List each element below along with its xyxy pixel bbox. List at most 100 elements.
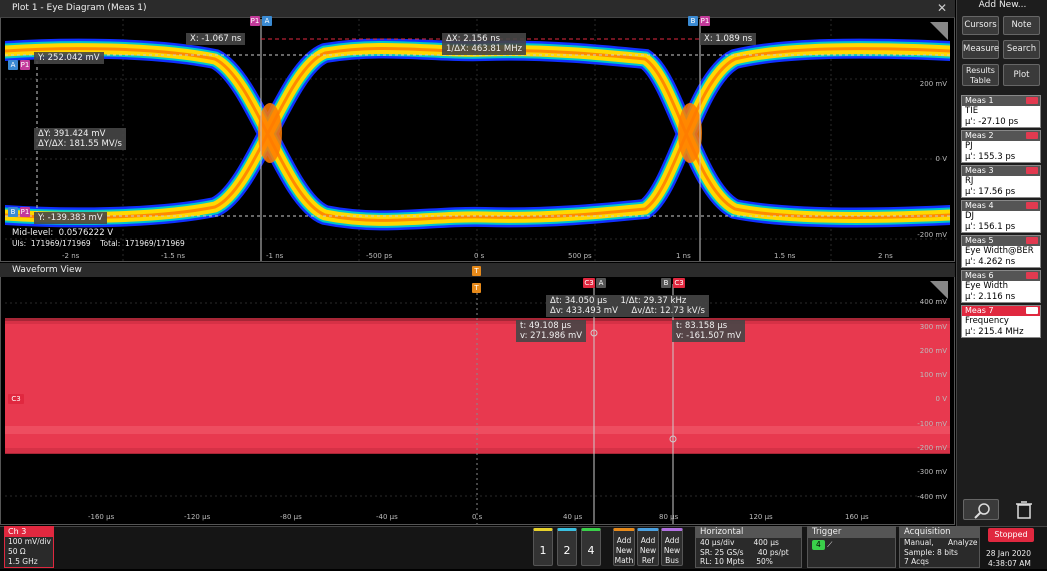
meas-4-value: µ': 156.1 ps	[965, 222, 1016, 232]
ch3-bandwidth: 1.5 GHz	[8, 557, 38, 566]
close-icon[interactable]: ✕	[937, 1, 947, 15]
cursor-x1-readout: X: -1.067 ns	[186, 33, 246, 45]
wave-x-tick: -120 µs	[184, 513, 211, 521]
meas-3-name: RJ	[965, 176, 974, 186]
eye-x-tick: 1.5 ns	[774, 252, 796, 260]
acquisition-count: 7 Acqs	[904, 557, 929, 566]
waveform-title: Waveform View	[12, 265, 82, 275]
time-label: 4:38:07 AM	[988, 559, 1031, 568]
b-cursor-marker-wave[interactable]: B	[661, 278, 671, 288]
a-level-marker[interactable]: A	[8, 60, 18, 70]
measure-button[interactable]: Measure	[962, 40, 999, 59]
meas-3-value: µ': 17.56 ps	[965, 187, 1016, 197]
ch3-impedance: 50 Ω	[8, 547, 26, 556]
eye-x-tick: 1 ns	[676, 252, 691, 260]
eye-y-tick: -200 mV	[917, 231, 947, 239]
horizontal-record-length: RL: 10 Mpts 50%	[700, 557, 773, 566]
results-table-button[interactable]: Results Table	[962, 64, 999, 86]
c3-channel-marker[interactable]: C3	[8, 394, 24, 404]
meas-7-badge[interactable]: Meas 7 Frequency µ': 215.4 MHz	[961, 305, 1041, 338]
eye-x-tick: -2 ns	[62, 252, 80, 260]
search-button[interactable]: Search	[1003, 40, 1040, 59]
channel-1-button[interactable]: 1	[533, 528, 553, 566]
trigger-panel[interactable]: Trigger 4 ⟋	[807, 526, 896, 568]
wave-x-tick: 120 µs	[749, 513, 773, 521]
meas-7-value: µ': 215.4 MHz	[965, 327, 1024, 337]
note-button[interactable]: Note	[1003, 16, 1040, 35]
p1-cursor-marker[interactable]: P1	[250, 16, 260, 26]
plot-button[interactable]: Plot	[1003, 64, 1040, 86]
wave-x-tick: 160 µs	[845, 513, 869, 521]
b-level-marker[interactable]: B	[8, 207, 18, 217]
acquisition-panel[interactable]: Acquisition Manual, Analyze Sample: 8 bi…	[899, 526, 980, 568]
meas-7-name: Frequency	[965, 316, 1009, 326]
close-icon[interactable]	[1026, 272, 1038, 279]
wave-x-tick: 80 µs	[659, 513, 679, 521]
c3-cursor-b-tag[interactable]: C3	[673, 278, 685, 288]
a-cursor-marker-wave[interactable]: A	[596, 278, 606, 288]
channel-2-button[interactable]: 2	[557, 528, 577, 566]
p1-level-marker-2[interactable]: P1	[20, 207, 30, 217]
wave-cursor-a-readout: t: 49.108 µs v: 271.986 mV	[516, 320, 587, 342]
a-cursor-marker[interactable]: A	[262, 16, 272, 26]
eye-x-tick: 2 ns	[878, 252, 893, 260]
meas-6-badge[interactable]: Meas 6 Eye Width µ': 2.116 ns	[961, 270, 1041, 303]
close-icon[interactable]	[1026, 237, 1038, 244]
meas-3-header: Meas 3	[965, 166, 994, 175]
acquisition-sample: Sample: 8 bits	[904, 547, 958, 557]
p1-level-marker[interactable]: P1	[20, 60, 30, 70]
meas-1-header: Meas 1	[965, 96, 994, 105]
meas-2-badge[interactable]: Meas 2 PJ µ': 155.3 ps	[961, 130, 1041, 163]
eye-y-tick: 0 V	[935, 155, 947, 163]
channel-4-button[interactable]: 4	[581, 528, 601, 566]
uis-readout: UIs: 171969/171969 Total: 171969/171969	[12, 239, 185, 248]
wave-x-tick: 40 µs	[563, 513, 583, 521]
wave-y-tick: -200 mV	[917, 444, 947, 452]
meas-5-value: µ': 4.262 ns	[965, 257, 1016, 267]
meas-4-header: Meas 4	[965, 201, 994, 210]
wave-y-tick: -400 mV	[917, 493, 947, 501]
trash-button[interactable]	[1009, 499, 1039, 520]
add-new-math-button[interactable]: Add New Math	[613, 528, 635, 566]
cursor-x2-readout: X: 1.089 ns	[700, 33, 757, 45]
meas-5-badge[interactable]: Meas 5 Eye Width@BER µ': 4.262 ns	[961, 235, 1041, 268]
close-icon[interactable]	[1026, 167, 1038, 174]
close-icon[interactable]	[1026, 132, 1038, 139]
trigger-level-marker[interactable]: T	[472, 283, 481, 293]
wave-x-tick: -80 µs	[280, 513, 302, 521]
trigger-position-marker[interactable]: T	[472, 266, 481, 276]
add-new-label: Add New...	[978, 0, 1027, 10]
wave-x-tick: -160 µs	[88, 513, 115, 521]
meas-1-badge[interactable]: Meas 1 TIE µ': -27.10 ps	[961, 95, 1041, 128]
meas-4-badge[interactable]: Meas 4 DJ µ': 156.1 ps	[961, 200, 1041, 233]
eye-plot-titlebar: Plot 1 - Eye Diagram (Meas 1) ✕	[0, 0, 955, 18]
date-label: 28 Jan 2020	[986, 549, 1031, 558]
meas-6-value: µ': 2.116 ns	[965, 292, 1016, 302]
wave-y-tick: 300 mV	[919, 323, 947, 331]
eye-x-tick: 0 s	[474, 252, 485, 260]
zoom-tool-button[interactable]	[963, 499, 999, 520]
close-icon[interactable]	[1026, 97, 1038, 104]
eye-x-tick: 500 ps	[568, 252, 592, 260]
trigger-header: Trigger	[808, 527, 895, 538]
eye-x-tick: -500 ps	[366, 252, 393, 260]
wave-cursor-b-readout: t: 83.158 µs v: -161.507 mV	[672, 320, 746, 342]
horizontal-panel[interactable]: Horizontal 40 µs/div 400 µs SR: 25 GS/s …	[695, 526, 802, 568]
add-new-bus-button[interactable]: Add New Bus	[661, 528, 683, 566]
ch3-badge[interactable]: Ch 3 100 mV/div 50 Ω 1.5 GHz	[4, 526, 54, 568]
close-icon[interactable]	[1026, 202, 1038, 209]
acquisition-mode: Manual, Analyze	[904, 538, 978, 547]
cursors-button[interactable]: Cursors	[962, 16, 999, 35]
ch3-scale: 100 mV/div	[8, 537, 51, 546]
p1-cursor-marker-2[interactable]: P1	[700, 16, 710, 26]
close-icon[interactable]	[1026, 307, 1038, 314]
trigger-source-badge: 4	[812, 540, 825, 550]
ch3-header: Ch 3	[5, 527, 53, 537]
add-new-ref-button[interactable]: Add New Ref	[637, 528, 659, 566]
run-stop-status-button[interactable]: Stopped	[988, 528, 1034, 542]
c3-cursor-a-tag[interactable]: C3	[583, 278, 595, 288]
meas-4-name: DJ	[965, 211, 975, 221]
meas-3-badge[interactable]: Meas 3 RJ µ': 17.56 ps	[961, 165, 1041, 198]
b-cursor-marker[interactable]: B	[688, 16, 698, 26]
meas-5-header: Meas 5	[965, 236, 994, 245]
